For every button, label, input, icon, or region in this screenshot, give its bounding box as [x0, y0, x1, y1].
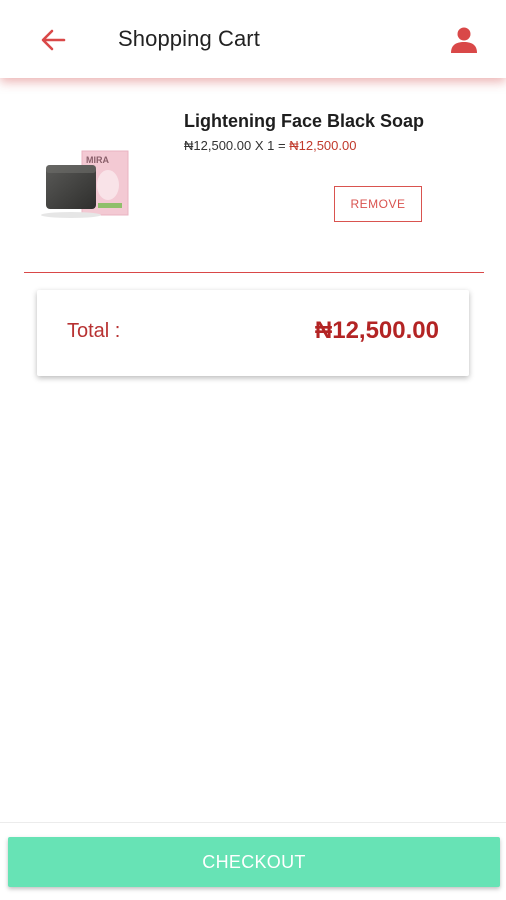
- line-total: ₦12,500.00: [289, 138, 357, 153]
- unit-price: ₦12,500.00: [184, 138, 252, 153]
- profile-button[interactable]: [446, 22, 482, 58]
- back-button[interactable]: [36, 24, 70, 56]
- page-title: Shopping Cart: [118, 26, 260, 51]
- footer-divider: [0, 822, 506, 823]
- svg-text:MIRA: MIRA: [86, 155, 109, 165]
- total-amount: ₦12,500.00: [314, 317, 439, 344]
- remove-button[interactable]: REMOVE: [334, 186, 422, 222]
- multiply-sign: X: [254, 138, 264, 153]
- equals-sign: =: [278, 138, 286, 153]
- product-name: Lightening Face Black Soap: [184, 111, 425, 131]
- total-card: Total : ₦12,500.00: [37, 290, 469, 376]
- app-header: Shopping Cart: [0, 0, 506, 78]
- product-price-calculation: ₦12,500.00 X 1 = ₦12,500.00: [184, 138, 356, 153]
- checkout-button[interactable]: CHECKOUT: [8, 837, 500, 887]
- cart-item: MIRA Lightening Face Black Soap ₦12,500.…: [0, 95, 506, 235]
- divider: [24, 272, 484, 273]
- total-label: Total :: [67, 320, 121, 342]
- arrow-left-icon: [41, 29, 66, 51]
- quantity: 1: [267, 138, 275, 153]
- product-image: MIRA: [40, 145, 136, 221]
- user-icon: [451, 27, 477, 53]
